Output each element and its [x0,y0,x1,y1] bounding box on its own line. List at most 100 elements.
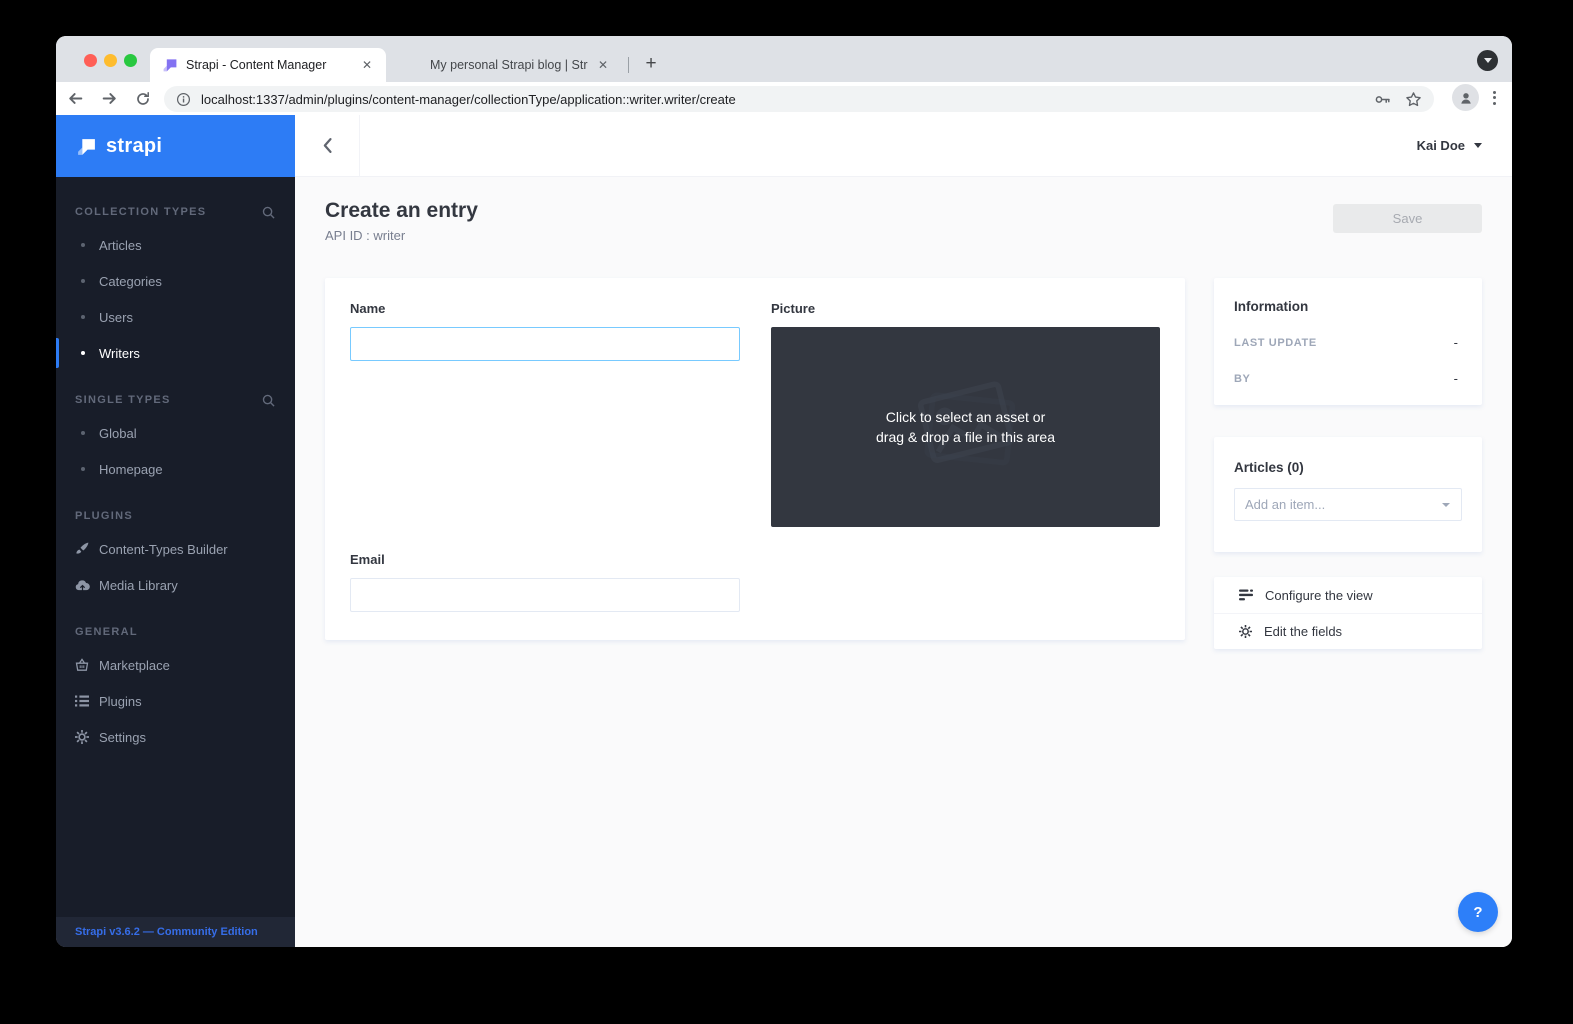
add-article-select[interactable]: Add an item... [1234,488,1462,521]
articles-title: Articles (0) [1234,460,1462,475]
page-title: Create an entry [325,199,478,223]
bullet-icon [81,315,85,319]
browser-toolbar: localhost:1337/admin/plugins/content-man… [56,82,1512,115]
sidebar-item-marketplace[interactable]: Marketplace [56,647,295,683]
search-icon[interactable] [262,206,275,219]
view-links-card: Configure the view Edit the fields [1214,577,1482,649]
sidebar-item-label: Marketplace [99,658,170,673]
sidebar-item-writers[interactable]: Writers [56,335,295,371]
browser-menu-button[interactable] [1485,87,1504,109]
section-general: GENERAL [56,617,295,647]
address-bar[interactable]: localhost:1337/admin/plugins/content-man… [164,86,1434,112]
bullet-icon [81,279,85,283]
profile-avatar[interactable] [1452,84,1479,111]
sidebar-item-label: Global [99,426,137,441]
tab-search-button[interactable] [1477,50,1498,71]
info-label: LAST UPDATE [1234,337,1317,349]
info-row-last-update: LAST UPDATE - [1234,335,1458,350]
sidebar-item-plugins[interactable]: Plugins [56,683,295,719]
chevron-down-icon [1442,503,1450,507]
chevron-down-icon [1474,143,1482,148]
name-input[interactable] [350,327,740,361]
info-value: - [1454,335,1458,350]
save-button[interactable]: Save [1333,204,1482,233]
sidebar-item-label: Categories [99,274,162,289]
email-input[interactable] [350,578,740,612]
tab-title: My personal Strapi blog | Strap [430,58,588,72]
bullet-icon [81,467,85,471]
sidebar-item-global[interactable]: Global [56,415,295,451]
configure-view-link[interactable]: Configure the view [1214,577,1482,613]
sidebar-item-content-types-builder[interactable]: Content-Types Builder [56,531,295,567]
email-label: Email [350,552,385,567]
close-tab-icon[interactable]: ✕ [594,56,612,74]
articles-relation-card: Articles (0) Add an item... [1214,437,1482,552]
tab-title: Strapi - Content Manager [186,58,352,72]
arrow-left-icon [67,90,84,107]
section-single-types: SINGLE TYPES [56,385,295,415]
new-tab-button[interactable]: + [638,52,664,78]
sidebar: strapi COLLECTION TYPES Articles Categor… [56,115,295,947]
bookmark-star-icon[interactable] [1405,91,1422,108]
bullet-icon [81,431,85,435]
forward-button[interactable] [94,85,124,113]
password-key-icon[interactable] [1374,91,1391,108]
info-label: BY [1234,373,1250,385]
arrow-right-icon [101,90,118,107]
sidebar-item-media-library[interactable]: Media Library [56,567,295,603]
back-button[interactable] [60,85,90,113]
picture-label: Picture [771,301,815,316]
strapi-favicon-icon [162,57,178,73]
url-text[interactable]: localhost:1337/admin/plugins/content-man… [201,92,1374,107]
sidebar-footer: Strapi v3.6.2 — Community Edition [56,917,295,947]
page-info-icon[interactable] [176,92,191,107]
link-label: Edit the fields [1264,624,1342,639]
search-icon[interactable] [262,394,275,407]
sidebar-item-label: Homepage [99,462,163,477]
reload-icon [135,91,151,107]
entry-form-card: Name Picture Click to select an asset or… [325,278,1185,640]
user-menu[interactable]: Kai Doe [1417,138,1512,153]
cloud-upload-icon [75,579,90,591]
sidebar-item-categories[interactable]: Categories [56,263,295,299]
sidebar-nav: COLLECTION TYPES Articles Categories Use… [56,177,295,917]
sidebar-item-label: Media Library [99,578,178,593]
brush-icon [75,542,90,556]
work-area: Kai Doe Create an entry API ID : writer … [295,115,1512,947]
person-icon [1458,90,1474,106]
picture-dropzone[interactable]: Click to select an asset or drag & drop … [771,327,1160,527]
bullet-icon [81,243,85,247]
reload-button[interactable] [128,85,158,113]
sidebar-item-articles[interactable]: Articles [56,227,295,263]
go-back-button[interactable] [295,115,360,177]
information-card: Information LAST UPDATE - BY - [1214,278,1482,405]
gear-icon [75,730,90,744]
select-placeholder: Add an item... [1245,497,1325,512]
strapi-logo[interactable]: strapi [56,115,295,177]
sidebar-item-label: Plugins [99,694,142,709]
close-tab-icon[interactable]: ✕ [358,56,376,74]
basket-icon [75,658,90,672]
sidebar-item-label: Content-Types Builder [99,542,228,557]
sidebar-item-label: Articles [99,238,142,253]
user-name: Kai Doe [1417,138,1465,153]
sidebar-item-homepage[interactable]: Homepage [56,451,295,487]
window-controls [84,54,137,67]
section-plugins: PLUGINS [56,501,295,531]
zoom-window-button[interactable] [124,54,137,67]
tab-strapi-blog[interactable]: My personal Strapi blog | Strap ✕ [394,48,622,82]
edit-fields-link[interactable]: Edit the fields [1214,613,1482,649]
help-button[interactable]: ? [1458,892,1498,932]
chevron-left-icon [322,137,333,154]
browser-window: Strapi - Content Manager ✕ My personal S… [56,36,1512,947]
toolbar-right [1452,84,1504,111]
strapi-version-link[interactable]: Strapi v3.6.2 — Community Edition [75,926,258,938]
information-title: Information [1234,299,1458,314]
close-window-button[interactable] [84,54,97,67]
strapi-logo-text: strapi [106,135,162,158]
sidebar-item-users[interactable]: Users [56,299,295,335]
tab-strapi-content-manager[interactable]: Strapi - Content Manager ✕ [150,48,386,82]
minimize-window-button[interactable] [104,54,117,67]
sidebar-item-settings[interactable]: Settings [56,719,295,755]
name-label: Name [350,301,385,316]
